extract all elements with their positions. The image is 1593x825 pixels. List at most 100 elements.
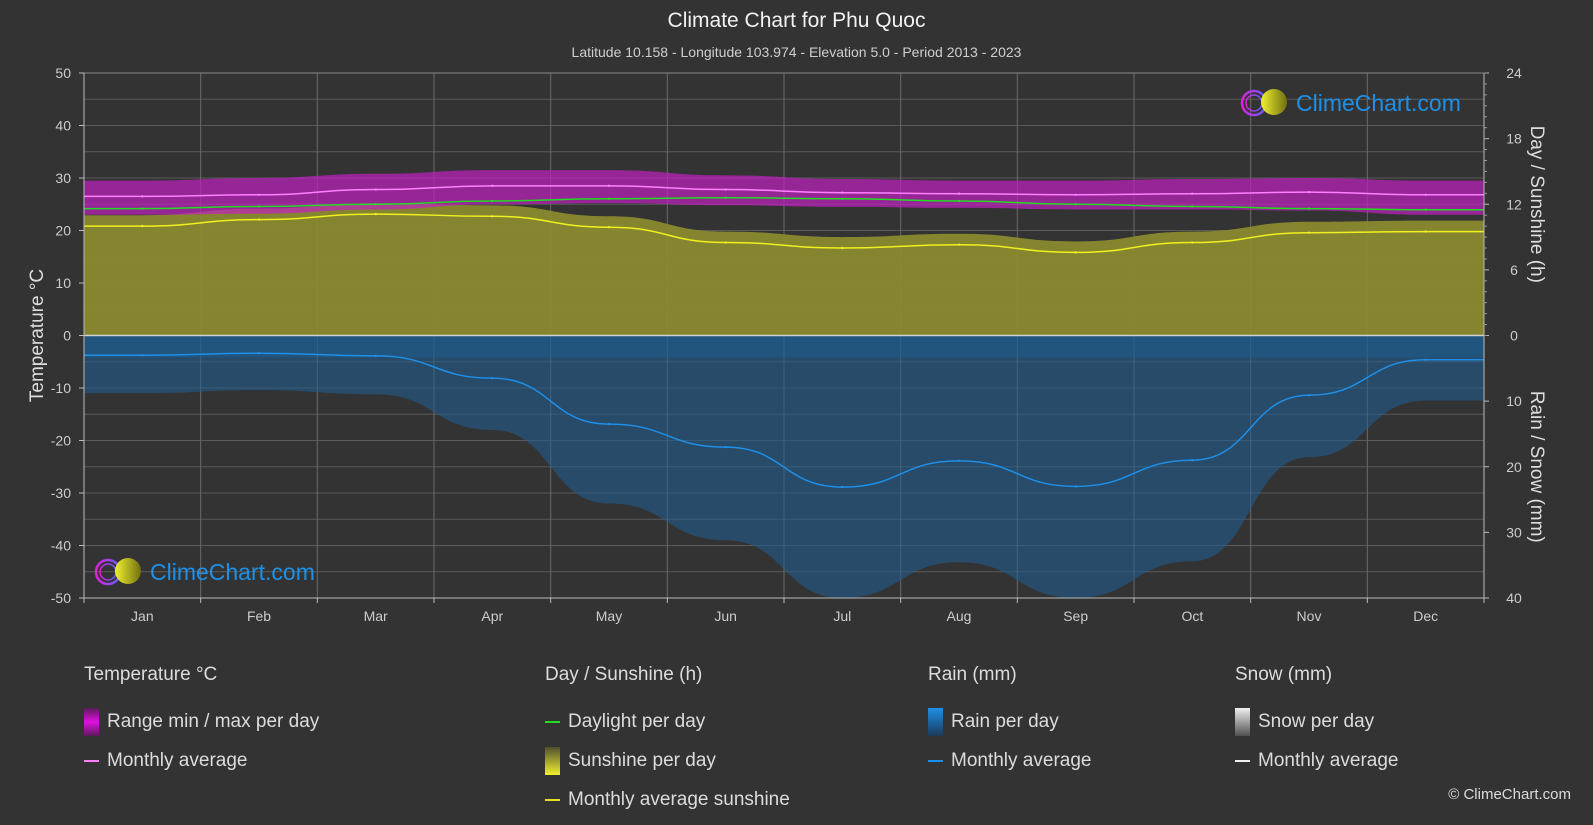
sunshine-avg-point bbox=[491, 215, 494, 218]
tick-label-left: -30 bbox=[51, 485, 71, 501]
sunshine-avg-point bbox=[1424, 230, 1427, 233]
copyright: © ClimeChart.com bbox=[1448, 786, 1571, 803]
legend-label: Range min / max per day bbox=[107, 710, 320, 732]
temp-avg-point bbox=[957, 192, 961, 195]
daylight-point bbox=[957, 199, 961, 203]
climechart-logo-icon bbox=[1240, 89, 1287, 117]
month-label: Sep bbox=[1063, 608, 1088, 624]
daylight-point bbox=[491, 199, 494, 203]
rain-avg-point bbox=[1424, 358, 1427, 361]
logo-text: ClimeChart.com bbox=[1296, 89, 1461, 116]
daylight-point bbox=[724, 196, 727, 199]
legend-item-rain-avg: Monthly average bbox=[928, 741, 1091, 780]
legend-label: Monthly average bbox=[951, 749, 1092, 771]
rain-avg-point bbox=[607, 422, 611, 426]
rain-avg-point bbox=[724, 445, 727, 449]
rain-avg-point bbox=[841, 485, 844, 489]
legend-heading: Rain (mm) bbox=[928, 664, 1017, 685]
month-label: Apr bbox=[481, 608, 503, 624]
rain-avg-point bbox=[257, 352, 261, 355]
legend-item-sunshine-avg: Monthly average sunshine bbox=[545, 780, 790, 819]
legend-label: Sunshine per day bbox=[568, 749, 716, 771]
month-label: Aug bbox=[947, 608, 972, 624]
tick-label-hours: 0 bbox=[1510, 328, 1518, 344]
legend-label: Monthly average bbox=[1258, 749, 1399, 771]
sunshine-avg-point bbox=[1191, 241, 1194, 244]
legend-temperature: Temperature °C Range min / max per day M… bbox=[84, 664, 319, 780]
daylight-point bbox=[1191, 205, 1194, 208]
sunshine-avg-point bbox=[141, 224, 144, 228]
daylight-point bbox=[1074, 203, 1077, 206]
tick-label-left: 20 bbox=[55, 223, 71, 239]
y-axis-title-rain: Rain / Snow (mm) bbox=[1526, 391, 1547, 543]
tick-label-rain: 10 bbox=[1506, 393, 1522, 409]
rain-avg-line-icon bbox=[928, 759, 943, 762]
logo-bottom[interactable]: ClimeChart.com bbox=[94, 557, 315, 587]
temp-avg-point bbox=[607, 184, 611, 188]
daylight-point bbox=[374, 203, 377, 206]
temp-avg-point bbox=[141, 195, 144, 198]
legend-item-daylight: Daylight per day bbox=[545, 702, 790, 741]
rain-swatch-icon bbox=[928, 707, 943, 736]
rain-avg-point bbox=[374, 354, 377, 358]
tick-label-left: -40 bbox=[51, 538, 71, 554]
legend-label: Rain per day bbox=[951, 710, 1059, 732]
legend-item-snow: Snow per day bbox=[1235, 702, 1398, 741]
snow-swatch-icon bbox=[1235, 707, 1250, 736]
tick-label-hours: 24 bbox=[1506, 65, 1522, 81]
climechart-logo-icon bbox=[94, 558, 141, 586]
temp-avg-point bbox=[841, 191, 844, 194]
tick-label-rain: 30 bbox=[1506, 524, 1522, 540]
sunshine-avg-point bbox=[374, 212, 377, 216]
daylight-point bbox=[1424, 208, 1427, 211]
tick-label-rain: 40 bbox=[1506, 590, 1522, 606]
tick-label-hours: 6 bbox=[1510, 262, 1518, 278]
daylight-point bbox=[1307, 207, 1311, 210]
legend-sunshine: Day / Sunshine (h) Daylight per day Suns… bbox=[545, 664, 790, 819]
daylight-point bbox=[841, 197, 844, 200]
sunshine-avg-point bbox=[1307, 231, 1311, 234]
temp-avg-point bbox=[491, 184, 494, 188]
daylight-line-icon bbox=[545, 720, 560, 723]
logo-text: ClimeChart.com bbox=[150, 558, 315, 585]
legend-item-sunshine: Sunshine per day bbox=[545, 741, 790, 780]
legend-heading: Temperature °C bbox=[84, 664, 218, 685]
tick-label-left: -20 bbox=[51, 433, 71, 449]
sunshine-avg-point bbox=[257, 218, 261, 221]
tick-label-left: 30 bbox=[55, 170, 71, 186]
sunshine-avg-point bbox=[724, 241, 727, 244]
legend-label: Monthly average sunshine bbox=[568, 788, 790, 810]
tick-label-left: 50 bbox=[55, 65, 71, 81]
daylight-point bbox=[257, 205, 261, 208]
tick-label-left: 40 bbox=[55, 118, 71, 134]
month-label: May bbox=[596, 608, 622, 624]
sunshine-swatch-icon bbox=[545, 746, 560, 775]
month-label: Jul bbox=[833, 608, 851, 624]
temp-avg-point bbox=[724, 188, 727, 191]
temp-range-swatch-icon bbox=[84, 707, 99, 736]
legend-item-rain: Rain per day bbox=[928, 702, 1091, 741]
sunshine-avg-line-icon bbox=[545, 798, 560, 801]
sunshine-avg-point bbox=[841, 246, 844, 250]
rain-avg-point bbox=[1074, 485, 1077, 488]
tick-label-left: -10 bbox=[51, 380, 71, 396]
month-label: Mar bbox=[364, 608, 388, 624]
logo-top[interactable]: ClimeChart.com bbox=[1240, 88, 1461, 118]
month-label: Jun bbox=[714, 608, 737, 624]
temp-avg-point bbox=[1191, 192, 1194, 195]
rain-avg-point bbox=[957, 459, 961, 463]
temp-avg-point bbox=[1424, 193, 1427, 196]
rain-avg-point bbox=[491, 376, 494, 380]
legend-heading: Snow (mm) bbox=[1235, 664, 1333, 685]
daylight-point bbox=[141, 207, 144, 210]
temp-avg-line-icon bbox=[84, 759, 99, 762]
month-label: Nov bbox=[1297, 608, 1322, 624]
legend-rain: Rain (mm) Rain per day Monthly average bbox=[928, 664, 1091, 780]
sunshine-avg-point bbox=[607, 226, 611, 229]
temp-avg-point bbox=[1307, 190, 1311, 194]
legend-item-temp-avg: Monthly average bbox=[84, 741, 319, 780]
daylight-point bbox=[607, 197, 611, 200]
tick-label-left: 0 bbox=[63, 328, 71, 344]
legend-item-snow-avg: Monthly average bbox=[1235, 741, 1398, 780]
rain-avg-point bbox=[141, 353, 144, 357]
